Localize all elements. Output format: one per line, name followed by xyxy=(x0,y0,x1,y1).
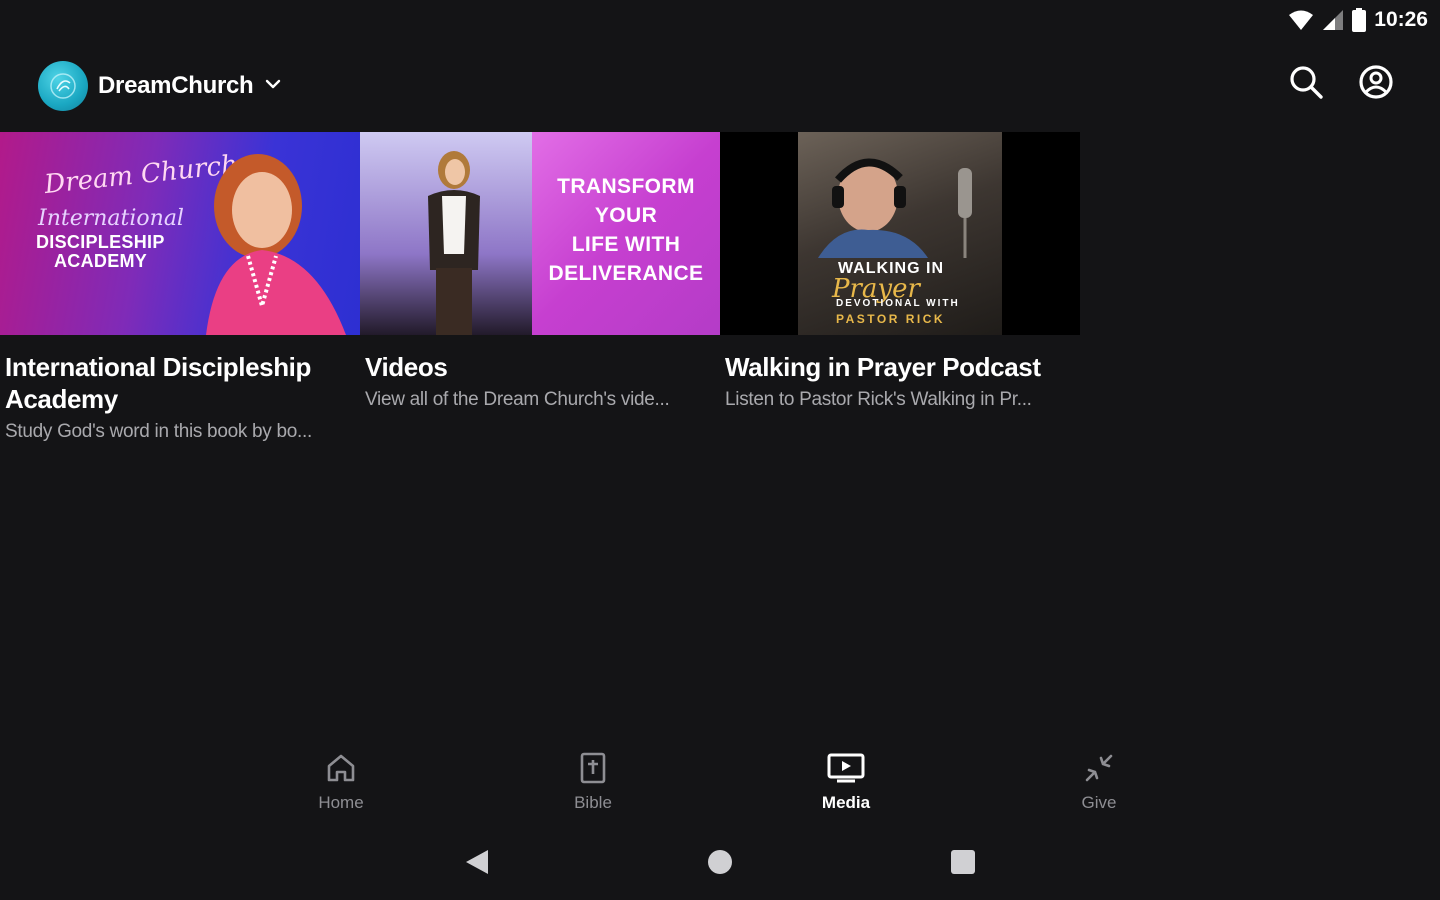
nav-label: Give xyxy=(1081,793,1117,812)
thumbnail-text: DELIVERANCE xyxy=(548,262,704,285)
battery-icon xyxy=(1352,8,1367,32)
thumbnail-text: DEVOTIONAL WITH xyxy=(836,298,960,309)
speaker-photo xyxy=(818,158,972,258)
chevron-down-icon xyxy=(263,74,283,99)
account-circle-icon xyxy=(1358,64,1394,105)
church-name: DreamChurch xyxy=(98,72,254,99)
media-card-list: Dream Church International DISCIPLESHIP … xyxy=(0,132,1080,443)
search-icon xyxy=(1288,64,1324,105)
system-back-button[interactable] xyxy=(451,838,503,890)
app-screen: 10:26 DreamChurch Dream Church Internati… xyxy=(0,0,1440,900)
nav-label: Bible xyxy=(574,793,612,812)
nav-item-bible[interactable]: Bible xyxy=(533,752,653,813)
nav-item-give[interactable]: Give xyxy=(1039,752,1159,813)
status-time: 10:26 xyxy=(1374,8,1428,31)
app-bar-actions xyxy=(1286,64,1396,104)
thumbnail-text: YOUR xyxy=(594,204,658,227)
media-card-discipleship[interactable]: Dream Church International DISCIPLESHIP … xyxy=(0,132,360,443)
cell-signal-icon xyxy=(1322,9,1344,31)
account-button[interactable] xyxy=(1356,64,1396,104)
system-navigation-bar xyxy=(0,838,1440,890)
media-icon xyxy=(827,752,865,789)
card-title: Videos xyxy=(365,352,448,382)
bottom-navigation: Home Bible Media Give xyxy=(0,752,1440,828)
thumbnail-text: DISCIPLESHIP xyxy=(36,232,165,252)
media-card-videos[interactable]: TRANSFORM YOUR LIFE WITH DELIVERANCE Vid… xyxy=(360,132,720,443)
thumbnail-text: LIFE WITH xyxy=(571,233,681,256)
search-button[interactable] xyxy=(1286,64,1326,104)
thumbnail-text: TRANSFORM xyxy=(557,175,695,198)
card-thumbnail: TRANSFORM YOUR LIFE WITH DELIVERANCE xyxy=(360,132,720,335)
bible-icon xyxy=(577,752,609,789)
thumbnail-text: International xyxy=(38,206,184,231)
media-card-podcast[interactable]: WALKING IN Prayer DEVOTIONAL WITH PASTOR… xyxy=(720,132,1080,443)
nav-label: Media xyxy=(821,793,871,812)
speaker-photo xyxy=(206,154,346,335)
back-triangle-icon xyxy=(464,848,490,881)
thumbnail-text: PASTOR RICK xyxy=(836,312,946,326)
church-logo-icon xyxy=(38,61,88,111)
card-description: Listen to Pastor Rick's Walking in Pr... xyxy=(725,389,1032,410)
speaker-photo xyxy=(428,151,480,335)
card-title: International Discipleship Academy xyxy=(5,352,311,414)
church-switcher[interactable]: DreamChurch xyxy=(38,61,283,111)
card-thumbnail: WALKING IN Prayer DEVOTIONAL WITH PASTOR… xyxy=(720,132,1080,335)
system-recents-button[interactable] xyxy=(937,838,989,890)
app-bar: DreamChurch xyxy=(0,56,1440,116)
status-bar: 10:26 xyxy=(0,0,1440,40)
home-circle-icon xyxy=(707,849,733,880)
recents-square-icon xyxy=(950,849,976,880)
card-description: View all of the Dream Church's vide... xyxy=(365,389,670,410)
nav-item-media[interactable]: Media xyxy=(786,752,906,813)
home-icon xyxy=(325,752,357,789)
give-icon xyxy=(1083,752,1115,789)
wifi-icon xyxy=(1288,9,1314,31)
card-thumbnail: Dream Church International DISCIPLESHIP … xyxy=(0,132,360,335)
card-description: Study God's word in this book by bo... xyxy=(5,421,312,442)
nav-item-home[interactable]: Home xyxy=(281,752,401,813)
nav-label: Home xyxy=(318,793,364,812)
thumbnail-promo-text: TRANSFORM YOUR LIFE WITH DELIVERANCE xyxy=(536,172,716,288)
system-home-button[interactable] xyxy=(694,838,746,890)
thumbnail-text: ACADEMY xyxy=(54,251,148,271)
card-title: Walking in Prayer Podcast xyxy=(725,352,1041,382)
